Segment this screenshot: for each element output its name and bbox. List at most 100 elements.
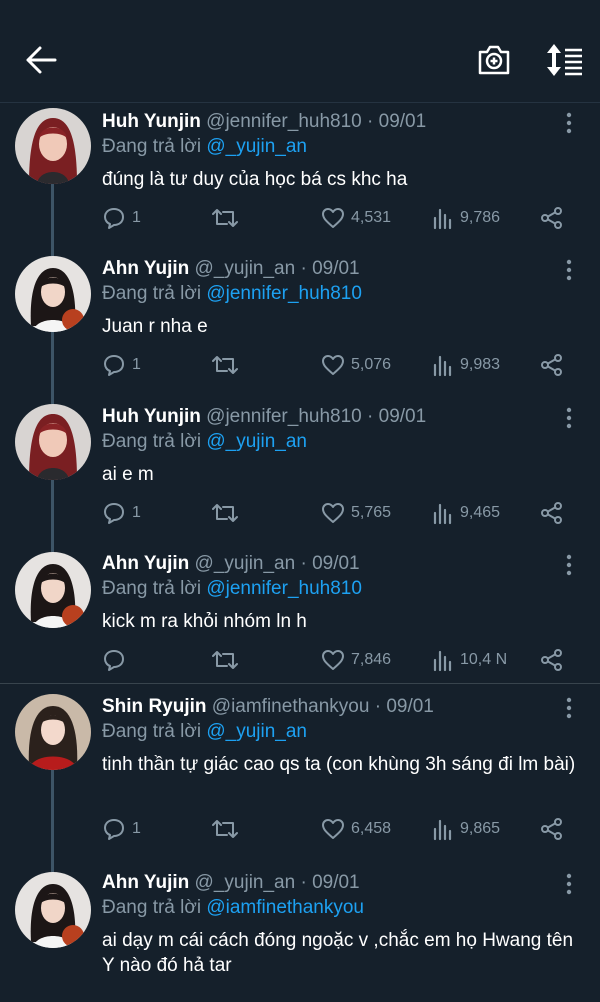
display-name[interactable]: Shin Ryujin [102,696,207,717]
reply-button[interactable]: 1 [102,500,141,526]
replying-label: Đang trả lời [102,283,202,304]
view-count: 9,786 [460,209,501,226]
mention-link[interactable]: @jennifer_huh810 [206,283,362,304]
more-options-icon[interactable] [560,111,578,135]
more-options-icon[interactable] [560,406,578,430]
user-handle[interactable]: @_yujin_an [195,872,296,893]
display-name[interactable]: Ahn Yujin [102,258,189,279]
like-button[interactable]: 7,846 [321,647,391,673]
display-name[interactable]: Ahn Yujin [102,872,189,893]
share-button[interactable] [540,816,564,842]
reply-button[interactable] [102,647,132,673]
reply-button[interactable]: 1 [102,816,141,842]
avatar[interactable] [15,552,91,628]
retweet-button[interactable] [212,352,244,378]
replying-to: Đang trả lời @_yujin_an [102,721,307,743]
tweet[interactable]: Ahn Yujin @_yujin_an · 09/01 Đang trả lờ… [0,250,600,398]
display-name[interactable]: Ahn Yujin [102,553,189,574]
mention-link[interactable]: @_yujin_an [206,136,307,157]
like-count: 7,846 [351,651,392,668]
mention-link[interactable]: @jennifer_huh810 [206,578,362,599]
more-options-icon[interactable] [560,553,578,577]
share-button[interactable] [540,647,564,673]
share-button[interactable] [540,205,564,231]
top-bar [0,0,600,103]
retweet-button[interactable] [212,500,244,526]
views-button[interactable]: 9,786 [432,205,500,231]
view-count: 10,4 N [460,651,508,668]
replying-to: Đang trả lời @iamfinethankyou [102,897,364,919]
camera-plus-icon[interactable] [476,42,512,78]
share-icon [541,207,562,229]
replying-to: Đang trả lời @jennifer_huh810 [102,578,362,600]
reply-button[interactable]: 1 [102,352,141,378]
views-button[interactable]: 9,983 [432,352,500,378]
like-button[interactable]: 4,531 [321,205,391,231]
retweet-button[interactable] [212,205,244,231]
avatar[interactable] [15,694,91,770]
retweet-button[interactable] [212,647,244,673]
replying-to: Đang trả lời @_yujin_an [102,136,307,158]
tweet-actions: 1 5,765 9,465 [102,500,582,526]
more-options-icon[interactable] [560,872,578,896]
tweet-header: Ahn Yujin @_yujin_an · 09/01 [102,553,360,575]
views-button[interactable]: 10,4 N [432,647,507,673]
thread-line [51,183,54,250]
like-button[interactable]: 5,076 [321,352,391,378]
display-name[interactable]: Huh Yunjin [102,111,201,132]
thread-line [51,480,54,545]
tweet-header: Ahn Yujin @_yujin_an · 09/01 [102,872,360,894]
more-options-icon[interactable] [560,696,578,720]
avatar[interactable] [15,256,91,332]
tweet-text: kick m ra khỏi nhóm ln h [102,611,307,632]
user-handle[interactable]: @jennifer_huh810 [206,406,362,427]
reply-icon [104,503,124,524]
share-button[interactable] [540,500,564,526]
separator-dot: · [300,553,307,574]
view-count: 9,465 [460,504,501,521]
separator-dot: · [300,258,307,279]
tweet[interactable]: Shin Ryujin @iamfinethankyou · 09/01 Đan… [0,683,600,862]
tweet-text: tinh thần tự giác cao qs ta (con khùng 3… [102,754,576,775]
mention-link[interactable]: @iamfinethankyou [206,897,364,918]
avatar[interactable] [15,404,91,480]
reply-button[interactable]: 1 [102,205,141,231]
heart-icon [322,503,344,523]
views-button[interactable]: 9,465 [432,500,500,526]
user-handle[interactable]: @iamfinethankyou [212,696,370,717]
heart-icon [322,650,344,670]
avatar[interactable] [15,108,91,184]
tweet-date: 09/01 [386,696,434,717]
tweet[interactable]: Ahn Yujin @_yujin_an · 09/01 Đang trả lờ… [0,862,600,1002]
like-count: 4,531 [351,209,392,226]
views-bar-chart-icon [433,819,452,841]
replying-to: Đang trả lời @jennifer_huh810 [102,283,362,305]
mention-link[interactable]: @_yujin_an [206,431,307,452]
user-handle[interactable]: @_yujin_an [195,258,296,279]
retweet-button[interactable] [212,816,244,842]
display-name[interactable]: Huh Yunjin [102,406,201,427]
sort-icon[interactable] [544,42,584,78]
reply-icon [104,355,124,376]
views-button[interactable]: 9,865 [432,816,500,842]
mention-link[interactable]: @_yujin_an [206,721,307,742]
tweet[interactable]: Ahn Yujin @_yujin_an · 09/01 Đang trả lờ… [0,545,600,683]
retweet-icon [212,356,238,374]
tweet-date: 09/01 [378,406,427,427]
like-button[interactable]: 5,765 [321,500,391,526]
like-count: 6,458 [351,820,392,837]
avatar[interactable] [15,872,91,948]
share-icon [541,649,562,671]
like-button[interactable]: 6,458 [321,816,391,842]
user-handle[interactable]: @_yujin_an [195,553,296,574]
tweet[interactable]: Huh Yunjin @jennifer_huh810 · 09/01 Đang… [0,398,600,545]
reply-icon [104,819,124,840]
tweet[interactable]: Huh Yunjin @jennifer_huh810 · 09/01 Đang… [0,103,600,250]
share-button[interactable] [540,352,564,378]
back-arrow-icon[interactable] [24,44,58,76]
views-bar-chart-icon [433,650,452,672]
tweet-text: ai dạy m cái cách đóng ngoặc v ,chắc em … [102,930,574,976]
more-options-icon[interactable] [560,258,578,282]
user-handle[interactable]: @jennifer_huh810 [206,111,362,132]
view-count: 9,983 [460,356,501,373]
